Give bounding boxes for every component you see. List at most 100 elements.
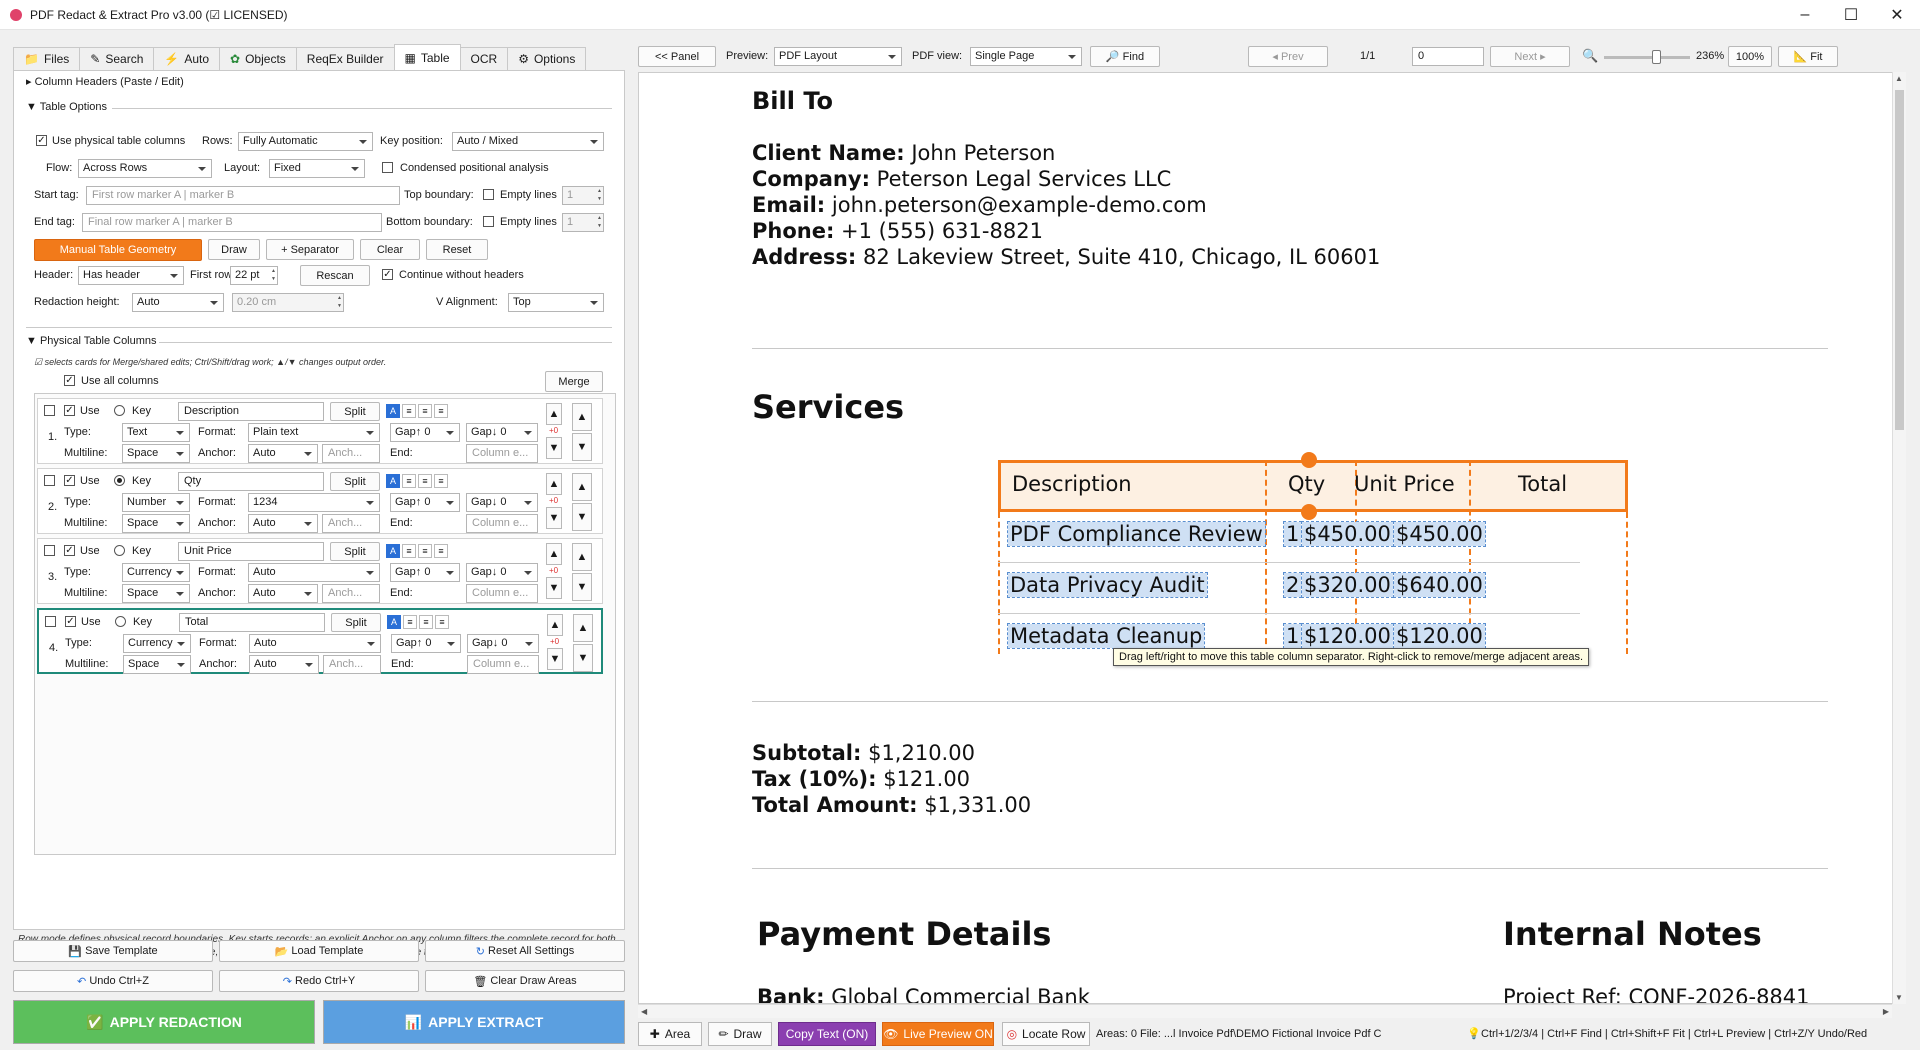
end-tag-input[interactable]: Final row marker A | marker B <box>82 213 382 232</box>
tab-regex-builder[interactable]: ReqEx Builder <box>295 47 395 70</box>
gap-up-select[interactable]: Gap↑ 0 <box>390 423 460 442</box>
column-card[interactable]: 1. ✓ Use Key Description Split A ≡ ≡ ≡ Type: Text Fo… <box>37 398 603 464</box>
find-button[interactable]: 🔎 Find <box>1090 46 1160 67</box>
split-button[interactable]: Split <box>331 613 381 632</box>
align-center-icon[interactable]: ≡ <box>418 544 432 558</box>
copy-text-toggle[interactable]: Copy Text (ON) <box>778 1022 876 1046</box>
format-select[interactable]: Auto <box>249 634 381 653</box>
order-down-button[interactable]: ▼ <box>573 644 593 672</box>
order-up-button[interactable]: ▲ <box>572 403 592 431</box>
scrollbar-thumb[interactable] <box>1895 90 1904 430</box>
align-left-icon[interactable]: ≡ <box>402 404 416 418</box>
type-select[interactable]: Number <box>122 493 190 512</box>
anchor-input[interactable]: Anch... <box>322 584 380 603</box>
gap-down-select[interactable]: Gap↓ 0 <box>467 634 539 653</box>
order-up-button[interactable]: ▲ <box>572 473 592 501</box>
anchor-input[interactable]: Anch... <box>323 655 381 674</box>
tab-ocr[interactable]: OCR <box>459 47 509 70</box>
type-select[interactable]: Text <box>122 423 190 442</box>
column-card[interactable]: 3. ✓ Use Key Unit Price Split A ≡ ≡ ≡ Type: Currenc… <box>37 538 603 604</box>
key-radio[interactable] <box>114 405 125 416</box>
anchor-select[interactable]: Auto <box>248 514 318 533</box>
move-down-button[interactable]: ▼ <box>546 577 562 599</box>
multiline-select[interactable]: Space <box>122 584 190 603</box>
locate-row-button[interactable]: ◎ Locate Row <box>1002 1022 1090 1046</box>
align-right-icon[interactable]: ≡ <box>434 474 448 488</box>
format-select[interactable]: 1234 <box>248 493 380 512</box>
zoom-slider-thumb[interactable] <box>1651 50 1661 64</box>
align-auto-icon[interactable]: A <box>387 615 401 629</box>
align-center-icon[interactable]: ≡ <box>419 615 433 629</box>
page-input[interactable]: 0 <box>1412 47 1484 66</box>
format-select[interactable]: Auto <box>248 563 380 582</box>
reset-all-settings-button[interactable]: ↻ Reset All Settings <box>425 940 625 962</box>
cell-total[interactable]: $120.00 <box>1393 623 1486 649</box>
minimize-button[interactable]: – <box>1782 0 1828 30</box>
toggle-panel-button[interactable]: << Panel <box>638 46 716 67</box>
clear-draw-areas-button[interactable]: 🗑 Clear Draw Areas <box>425 970 625 992</box>
use-checkbox[interactable]: ✓ <box>64 475 75 486</box>
use-physical-checkbox[interactable]: ✓ <box>36 135 47 146</box>
zoom-slider[interactable] <box>1604 50 1690 64</box>
cell-unit-price[interactable]: $120.00 <box>1301 623 1394 649</box>
reset-button[interactable]: Reset <box>426 239 488 260</box>
align-auto-icon[interactable]: A <box>386 404 400 418</box>
align-auto-icon[interactable]: A <box>386 474 400 488</box>
redaction-height-select[interactable]: Auto <box>132 293 224 312</box>
multiline-select[interactable]: Space <box>122 514 190 533</box>
table-options-section[interactable]: ▼ Table Options <box>26 101 107 113</box>
move-up-button[interactable]: ▲ <box>546 473 562 495</box>
card-select-checkbox[interactable] <box>44 545 55 556</box>
maximize-button[interactable]: ☐ <box>1828 0 1874 30</box>
services-table[interactable]: Description Qty Unit Price Total PDF Com… <box>998 452 1628 654</box>
order-up-button[interactable]: ▲ <box>573 614 593 642</box>
flow-select[interactable]: Across Rows <box>78 159 212 178</box>
bottom-empty-checkbox[interactable] <box>483 216 494 227</box>
add-separator-button[interactable]: + Separator <box>266 239 354 260</box>
preview-select[interactable]: PDF Layout <box>774 47 902 66</box>
gap-up-select[interactable]: Gap↑ 0 <box>390 563 460 582</box>
order-down-button[interactable]: ▼ <box>572 433 592 461</box>
layout-select[interactable]: Fixed <box>269 159 365 178</box>
type-select[interactable]: Currency <box>123 634 191 653</box>
move-down-button[interactable]: ▼ <box>547 648 563 670</box>
separator-handle-bottom[interactable] <box>1301 504 1317 520</box>
apply-extract-button[interactable]: 📊 APPLY EXTRACT <box>323 1000 625 1044</box>
multiline-select[interactable]: Space <box>122 444 190 463</box>
key-radio[interactable] <box>114 545 125 556</box>
redo-button[interactable]: ↷ Redo Ctrl+Y <box>219 970 419 992</box>
order-up-button[interactable]: ▲ <box>572 543 592 571</box>
cell-qty[interactable]: 1 <box>1282 623 1303 649</box>
split-button[interactable]: Split <box>330 402 380 421</box>
align-right-icon[interactable]: ≡ <box>435 615 449 629</box>
separator-handle-top[interactable] <box>1301 452 1317 468</box>
use-checkbox[interactable]: ✓ <box>64 405 75 416</box>
end-input[interactable]: Column e... <box>467 655 539 674</box>
cell-qty[interactable]: 1 <box>1282 521 1303 547</box>
first-row-spinner[interactable]: 22 pt <box>230 266 278 285</box>
split-button[interactable]: Split <box>330 472 380 491</box>
scroll-left-icon[interactable]: ◀ <box>641 1007 647 1016</box>
horizontal-scrollbar[interactable]: ◀ ▶ <box>638 1004 1892 1018</box>
card-select-checkbox[interactable] <box>44 405 55 416</box>
order-down-button[interactable]: ▼ <box>572 573 592 601</box>
use-checkbox[interactable]: ✓ <box>65 616 76 627</box>
end-input[interactable]: Column e... <box>466 584 538 603</box>
condensed-checkbox[interactable] <box>382 162 393 173</box>
move-down-button[interactable]: ▼ <box>546 437 562 459</box>
multiline-select[interactable]: Space <box>123 655 191 674</box>
move-up-button[interactable]: ▲ <box>546 543 562 565</box>
column-name-input[interactable]: Qty <box>178 472 324 491</box>
column-headers-section[interactable]: ▸ Column Headers (Paste / Edit) <box>26 75 184 88</box>
start-tag-input[interactable]: First row marker A | marker B <box>86 186 400 205</box>
align-left-icon[interactable]: ≡ <box>403 615 417 629</box>
tab-objects[interactable]: ✿ Objects <box>219 47 297 70</box>
column-separator[interactable] <box>1265 460 1267 654</box>
column-card[interactable]: 2. ✓ Use Key Qty Split A ≡ ≡ ≡ Type: Number Format: 1… <box>37 468 603 534</box>
pdf-view-select[interactable]: Single Page <box>970 47 1082 66</box>
zoom-100-button[interactable]: 100% <box>1728 46 1772 67</box>
key-radio[interactable] <box>115 616 126 627</box>
end-input[interactable]: Column e... <box>466 444 538 463</box>
pdf-viewer[interactable]: Bill To Client Name: John Peterson Compan… <box>638 72 1902 1004</box>
gap-down-select[interactable]: Gap↓ 0 <box>466 493 538 512</box>
